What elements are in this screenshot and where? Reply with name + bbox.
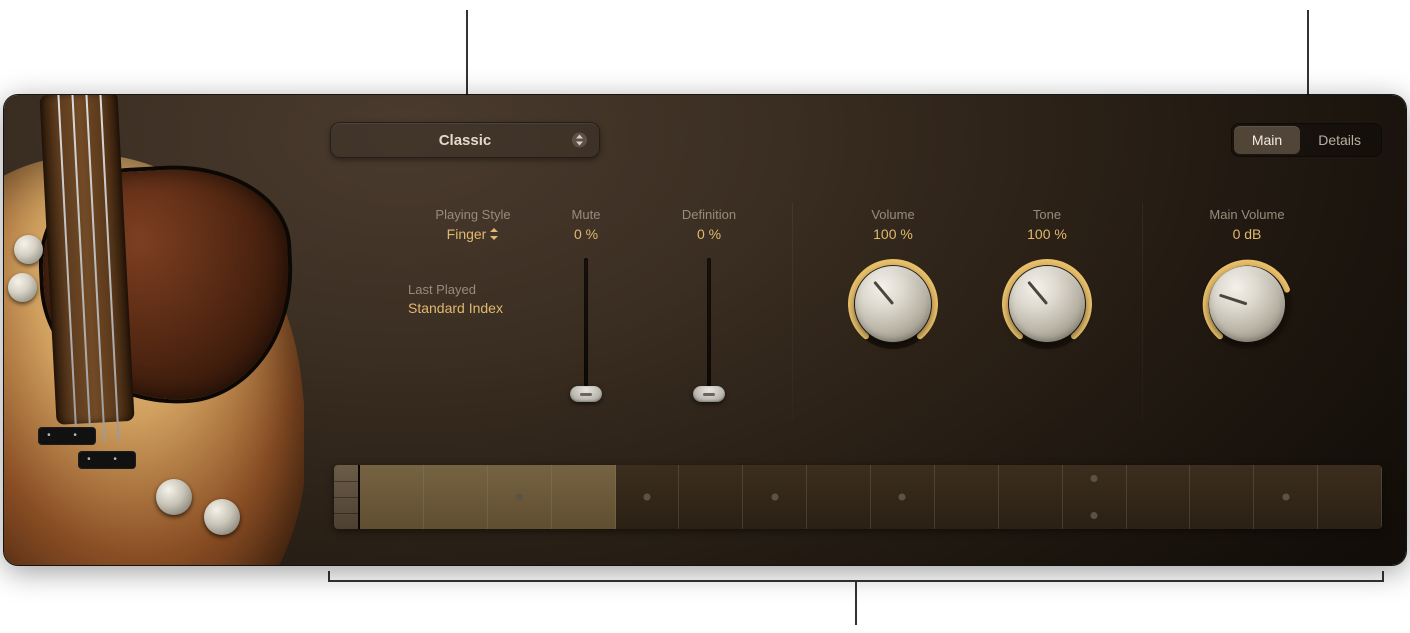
definition-slider-block: Definition 0 % xyxy=(669,207,749,394)
fret-marker-dot xyxy=(516,494,523,501)
playing-style-select[interactable]: Finger xyxy=(447,226,500,242)
divider xyxy=(1142,203,1143,421)
fret[interactable] xyxy=(1127,465,1191,529)
mute-slider[interactable] xyxy=(584,258,588,394)
definition-slider[interactable] xyxy=(707,258,711,394)
main-volume-knob[interactable] xyxy=(1209,266,1285,342)
fret-marker-dot xyxy=(1091,475,1098,482)
volume-knob[interactable] xyxy=(855,266,931,342)
fret[interactable] xyxy=(999,465,1063,529)
divider xyxy=(792,203,793,421)
preset-select[interactable]: Classic xyxy=(330,122,600,158)
fret[interactable] xyxy=(1063,465,1127,529)
tone-knob[interactable] xyxy=(1009,266,1085,342)
tone-value: 100 % xyxy=(1027,226,1067,242)
fret[interactable] xyxy=(488,465,552,529)
fret[interactable] xyxy=(1318,465,1382,529)
definition-label: Definition xyxy=(682,207,736,222)
slider-thumb[interactable] xyxy=(570,386,602,402)
volume-knob-block: Volume 100 % xyxy=(828,207,958,350)
tone-label: Tone xyxy=(1033,207,1061,222)
fret-marker-dot xyxy=(771,494,778,501)
view-tabs: Main Details xyxy=(1231,123,1382,157)
plugin-window: Classic Main Details Playing Style Finge… xyxy=(4,95,1406,565)
fret[interactable] xyxy=(616,465,680,529)
playing-style-block: Playing Style Finger Last Played Standar… xyxy=(408,207,538,318)
chevron-updown-icon xyxy=(572,133,587,148)
fret[interactable] xyxy=(871,465,935,529)
volume-value: 100 % xyxy=(873,226,913,242)
playing-style-value: Finger xyxy=(447,226,487,242)
fret-marker-dot xyxy=(1282,494,1289,501)
callout-tick xyxy=(1382,571,1384,581)
fret[interactable] xyxy=(552,465,616,529)
tab-main[interactable]: Main xyxy=(1234,126,1300,154)
fret-marker-dot xyxy=(1091,512,1098,519)
playing-style-label: Playing Style xyxy=(408,207,538,222)
fret[interactable] xyxy=(935,465,999,529)
preset-label: Classic xyxy=(439,132,492,149)
callout-line-fretboard-v xyxy=(855,580,857,625)
callout-tick xyxy=(328,571,330,581)
fret[interactable] xyxy=(743,465,807,529)
bass-guitar-image xyxy=(4,95,304,565)
definition-value: 0 % xyxy=(697,226,721,242)
last-played-label: Last Played xyxy=(408,282,538,297)
main-volume-value: 0 dB xyxy=(1233,226,1262,242)
mute-value: 0 % xyxy=(574,226,598,242)
fret-marker-dot xyxy=(899,494,906,501)
main-volume-knob-block: Main Volume 0 dB xyxy=(1182,207,1312,350)
mute-label: Mute xyxy=(572,207,601,222)
slider-thumb[interactable] xyxy=(693,386,725,402)
fret[interactable] xyxy=(679,465,743,529)
fret[interactable] xyxy=(360,465,424,529)
chevron-updown-icon xyxy=(490,228,499,240)
callout-line-tabs xyxy=(1307,10,1309,102)
main-volume-label: Main Volume xyxy=(1209,207,1284,222)
fretboard[interactable] xyxy=(334,465,1382,529)
tab-details[interactable]: Details xyxy=(1300,126,1379,154)
fret[interactable] xyxy=(1254,465,1318,529)
fret[interactable] xyxy=(424,465,488,529)
fret[interactable] xyxy=(807,465,871,529)
last-played-value: Standard Index xyxy=(408,299,538,318)
fret-marker-dot xyxy=(643,494,650,501)
volume-label: Volume xyxy=(871,207,914,222)
fret[interactable] xyxy=(1190,465,1254,529)
tone-knob-block: Tone 100 % xyxy=(982,207,1112,350)
mute-slider-block: Mute 0 % xyxy=(546,207,626,394)
